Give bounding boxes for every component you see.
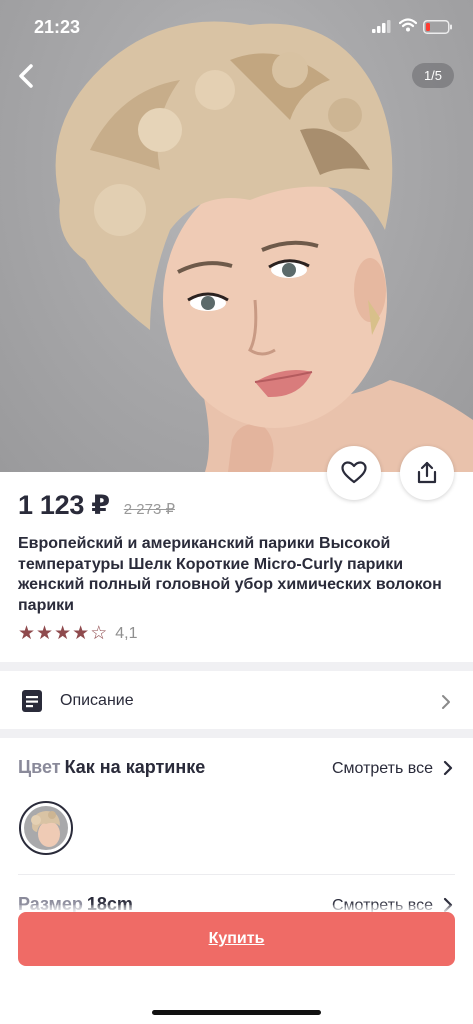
color-option-name: Цвет (18, 757, 61, 777)
chevron-right-icon (443, 760, 453, 776)
section-divider (0, 662, 473, 671)
color-swatch-selected[interactable] (19, 801, 73, 855)
star-icon: ★ (36, 623, 54, 644)
star-icon: ★ (18, 623, 36, 644)
current-price: 1 123 ₽ (18, 490, 110, 520)
product-photo (55, 21, 473, 472)
buy-button[interactable]: Купить (18, 912, 455, 966)
signal-icon (372, 20, 391, 33)
color-see-all-link[interactable]: Смотреть все (332, 760, 433, 778)
divider (18, 874, 455, 875)
star-icon: ★ (54, 623, 72, 644)
chevron-right-icon (442, 695, 450, 709)
star-rating: ★ ★ ★ ★ ☆ (18, 624, 107, 644)
swatch-image (24, 806, 68, 850)
section-divider (0, 729, 473, 738)
status-time: 21:23 (34, 17, 81, 37)
product-title: Европейский и американский парики Высоко… (18, 535, 442, 614)
battery-icon (423, 20, 452, 34)
back-icon (19, 64, 33, 88)
star-icon: ☆ (90, 623, 108, 644)
heart-icon (341, 461, 367, 484)
price-row: 1 123 ₽ 2 273 ₽ (18, 490, 175, 521)
gallery-counter: 1/5 (412, 63, 454, 88)
color-option-row[interactable]: Цвет Как на картинке Смотреть все (18, 757, 455, 783)
share-icon (417, 461, 437, 484)
wifi-icon (399, 18, 417, 32)
status-bar: 21:23 (0, 0, 473, 54)
description-label: Описание (60, 692, 134, 709)
star-icon: ★ (72, 623, 90, 644)
favorite-button[interactable] (327, 446, 381, 500)
document-icon (22, 690, 42, 712)
buy-button-label: Купить (208, 930, 265, 947)
product-image[interactable] (0, 0, 473, 472)
swatch-thumbnail (24, 806, 68, 850)
share-button[interactable] (400, 446, 454, 500)
back-button[interactable] (8, 58, 44, 94)
color-option-value: Как на картинке (64, 757, 206, 777)
rating-value: 4,1 (115, 625, 138, 642)
old-price: 2 273 ₽ (123, 501, 176, 518)
description-row[interactable]: Описание (0, 673, 473, 729)
rating[interactable]: ★ ★ ★ ★ ☆ 4,1 (18, 624, 137, 644)
home-indicator[interactable] (152, 1010, 321, 1015)
